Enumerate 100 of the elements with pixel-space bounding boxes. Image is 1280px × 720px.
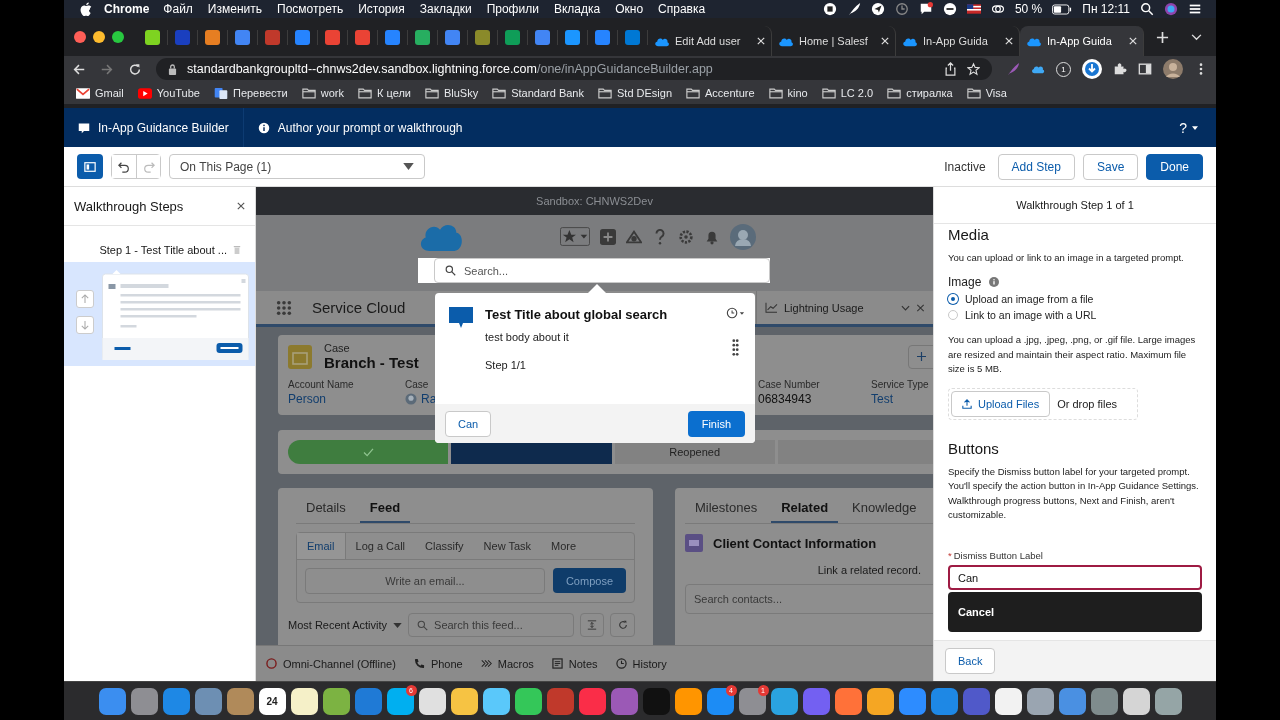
related-link[interactable]: Link a related record. (817, 564, 921, 576)
bookmark[interactable]: стиралка (887, 87, 953, 99)
pinned-tab-favicon[interactable] (295, 29, 310, 45)
menu-item[interactable]: История (358, 2, 405, 16)
flag-icon[interactable] (966, 2, 981, 16)
radio-label[interactable]: Link to an image with a URL (965, 309, 1097, 322)
done-button[interactable]: Done (1146, 153, 1203, 180)
pinned-tab-favicon[interactable] (505, 29, 520, 45)
toolbar-button[interactable]: Add Step (997, 153, 1075, 180)
upload-button[interactable]: Upload Files (951, 391, 1051, 417)
trailhead-icon[interactable] (626, 228, 642, 245)
menu-app-name[interactable]: Chrome (104, 2, 150, 16)
dock-app-icon[interactable] (994, 687, 1022, 715)
dock-app-icon[interactable] (290, 687, 318, 715)
pinned-tab-favicon[interactable] (145, 29, 160, 45)
utility-item[interactable]: History (615, 657, 667, 670)
dock-app-icon[interactable] (834, 687, 862, 715)
contacts-search-field[interactable]: Search contacts... (685, 584, 933, 614)
dismiss-button[interactable]: Can (445, 410, 492, 437)
dock-app-icon[interactable] (322, 687, 350, 715)
dock-app-icon[interactable] (674, 687, 702, 715)
settings-icon[interactable] (678, 228, 694, 245)
utility-item[interactable]: Notes (551, 657, 598, 670)
finish-button[interactable]: Finish (687, 410, 745, 437)
dock-app-icon[interactable]: 24 (258, 687, 286, 715)
chat-icon[interactable] (918, 2, 933, 16)
bookmark[interactable]: kino (768, 87, 808, 99)
utility-item[interactable]: Macros (480, 657, 534, 670)
feed-search-field[interactable]: Search this feed... (408, 613, 574, 637)
control-center-icon[interactable] (1188, 2, 1202, 16)
publisher-tab[interactable]: More (541, 533, 587, 559)
apple-icon[interactable] (80, 2, 92, 16)
drag-handle-icon[interactable] (732, 339, 739, 356)
record-tab[interactable]: Details (296, 488, 356, 523)
send-icon[interactable] (870, 2, 885, 16)
radio-label[interactable]: Upload an image from a file (965, 293, 1094, 306)
bookmark[interactable]: Visa (966, 87, 1007, 99)
panel-toggle-button[interactable] (77, 154, 103, 179)
publisher-tab[interactable]: Classify (415, 533, 474, 559)
battery-icon[interactable] (1052, 3, 1073, 15)
menu-item[interactable]: Профили (486, 2, 539, 16)
dock-app-icon[interactable] (482, 687, 510, 715)
download-extension-icon[interactable] (1082, 59, 1102, 79)
refresh-button[interactable] (610, 613, 635, 637)
record-tab[interactable]: Related (771, 488, 839, 523)
link-icon[interactable] (990, 2, 1005, 16)
pinned-tab-favicon[interactable] (595, 29, 610, 45)
bookmark[interactable]: Перевести (213, 87, 288, 99)
dock-app-icon[interactable] (450, 687, 478, 715)
close-icon[interactable] (237, 202, 245, 210)
info-icon[interactable] (989, 277, 1000, 288)
pinned-tab-favicon[interactable] (625, 29, 640, 45)
publisher-tab[interactable]: Email (297, 533, 346, 559)
search-field[interactable]: Search... (434, 258, 770, 283)
dock-app-icon[interactable] (418, 687, 446, 715)
add-icon[interactable] (600, 228, 616, 245)
avatar-icon[interactable] (1163, 59, 1183, 79)
record-tab[interactable]: Milestones (685, 488, 768, 523)
publisher-tab[interactable]: Log a Call (345, 533, 416, 559)
menu-clock[interactable]: Пн 12:11 (1082, 2, 1130, 16)
sidebar-icon[interactable] (1138, 62, 1152, 76)
stop-icon[interactable] (822, 2, 837, 16)
dock-app-icon[interactable] (1026, 687, 1054, 715)
maximize-window-button[interactable] (112, 31, 124, 43)
bookmark[interactable]: BluSky (424, 87, 479, 99)
bookmark[interactable]: Std DEsign (598, 87, 672, 99)
close-window-button[interactable] (74, 31, 86, 43)
menu-item[interactable]: Закладки (419, 2, 472, 16)
star-icon[interactable] (967, 62, 980, 76)
bookmark[interactable]: YouTube (137, 87, 200, 99)
bookmark[interactable]: Accenture (686, 87, 755, 99)
record-tab[interactable]: Feed (359, 488, 411, 523)
dock-app-icon[interactable] (1122, 687, 1150, 715)
page-filter-select[interactable]: On This Page (1) (169, 154, 425, 179)
toolbar-button[interactable]: Save (1082, 153, 1139, 180)
pinned-tab-favicon[interactable] (415, 29, 430, 45)
bookmark[interactable]: Standard Bank (492, 87, 584, 99)
record-tab[interactable]: Knowledge (842, 488, 927, 523)
share-icon[interactable] (944, 62, 957, 76)
dock-app-icon[interactable] (866, 687, 894, 715)
menu-item[interactable]: Файл (163, 2, 193, 16)
pinned-tab-favicon[interactable] (325, 29, 340, 45)
utility-item[interactable]: Omni-Channel (Offline) (266, 657, 396, 670)
back-button[interactable]: Back (945, 648, 996, 674)
utility-item[interactable]: Phone (413, 657, 463, 670)
clock-icon[interactable] (894, 2, 909, 16)
minus-icon[interactable] (942, 2, 957, 16)
pinned-tab-favicon[interactable] (565, 29, 580, 45)
puzzle-icon[interactable] (1113, 62, 1127, 76)
bookmark[interactable]: К цели (358, 87, 411, 99)
menu-item[interactable]: Изменить (207, 2, 262, 16)
pinned-tab-favicon[interactable] (385, 29, 400, 45)
favorites-icon[interactable] (560, 227, 590, 246)
bookmark[interactable]: Gmail (76, 87, 124, 99)
browser-tab[interactable]: In-App Guida (1020, 26, 1144, 56)
step-title[interactable]: Step 1 - Test Title about ... (99, 244, 227, 256)
dock-app-icon[interactable] (1154, 687, 1182, 715)
dock-app-icon[interactable] (386, 687, 414, 715)
reload-icon[interactable] (128, 61, 142, 77)
publisher-tab[interactable]: New Task (473, 533, 542, 559)
